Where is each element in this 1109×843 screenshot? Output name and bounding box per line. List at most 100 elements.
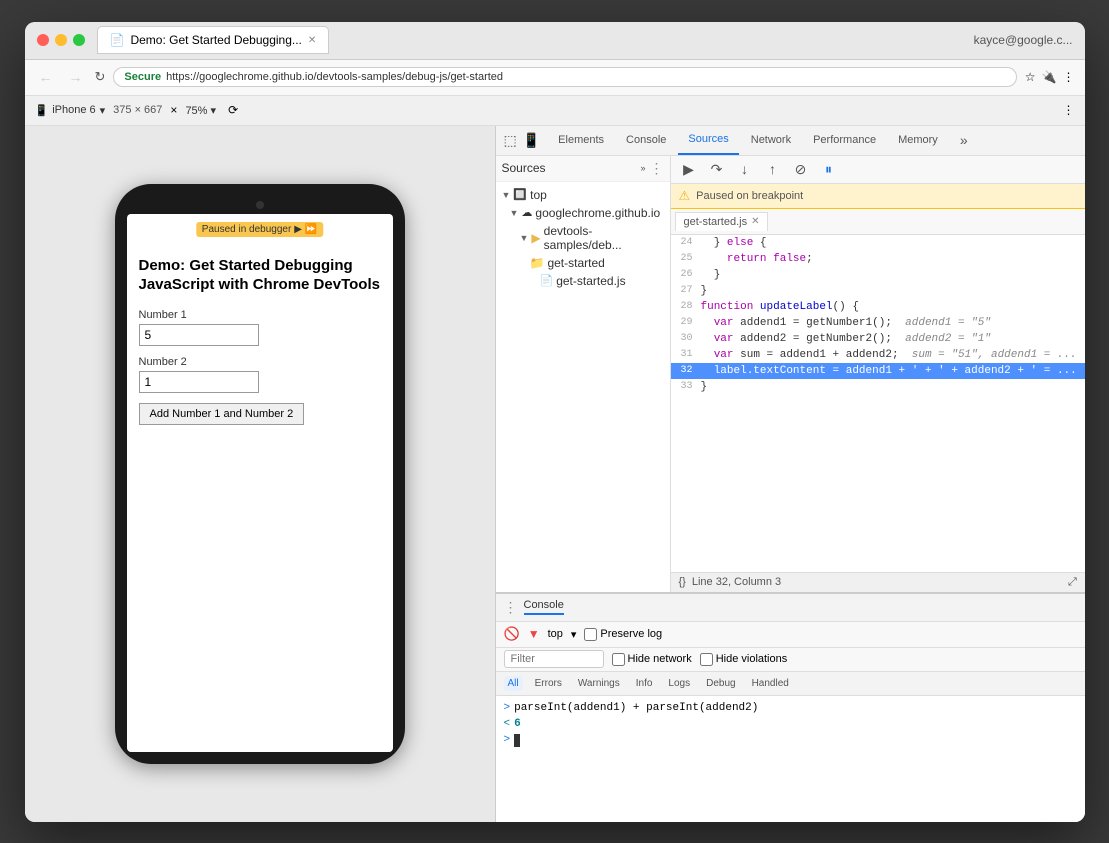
user-area: kayce@google.c... xyxy=(974,33,1073,47)
zoom-chevron: ▾ xyxy=(211,105,217,117)
level-tab-warnings[interactable]: Warnings xyxy=(574,676,624,691)
sources-title: Sources xyxy=(502,161,637,175)
tab-sources[interactable]: Sources xyxy=(678,126,738,156)
minimize-button[interactable] xyxy=(55,34,67,46)
console-output-1: < 6 xyxy=(496,716,1085,732)
level-tab-handled[interactable]: Handled xyxy=(748,676,793,691)
traffic-lights xyxy=(37,34,85,46)
tab-memory[interactable]: Memory xyxy=(888,126,948,156)
preserve-log-checkbox[interactable] xyxy=(584,628,597,641)
hide-violations-checkbox[interactable] xyxy=(700,653,713,666)
rotate-icon[interactable]: ⟳ xyxy=(228,103,238,117)
bookmark-icon[interactable]: ☆ xyxy=(1025,70,1036,84)
devtools-tabs: ⬚ 📱 Elements Console Sources Network Per… xyxy=(496,126,1085,156)
extensions-icon[interactable]: 🔌 xyxy=(1042,70,1057,84)
console-bottom-panel: ⋮ Console ✕ 🚫 ▼ top ▾ Preserve log xyxy=(496,592,1085,822)
breakpoint-text: Paused on breakpoint xyxy=(696,190,803,202)
hide-network-label: Hide network xyxy=(612,653,692,666)
add-button[interactable]: Add Number 1 and Number 2 xyxy=(139,403,305,425)
console-input-text-1: parseInt(addend1) + parseInt(addend2) xyxy=(514,702,758,714)
hide-network-checkbox[interactable] xyxy=(612,653,625,666)
step-out-btn[interactable]: ↑ xyxy=(763,161,783,177)
tab-console[interactable]: Console xyxy=(616,126,676,156)
console-tab-label[interactable]: Console xyxy=(524,599,564,615)
code-file-close[interactable]: ✕ xyxy=(751,216,759,227)
console-filter-input[interactable] xyxy=(504,650,604,668)
number1-input[interactable] xyxy=(139,324,259,346)
back-button[interactable]: ← xyxy=(35,67,57,87)
devtools-device-icon[interactable]: 📱 xyxy=(523,132,540,149)
maximize-button[interactable] xyxy=(73,34,85,46)
devtools-inspect-icon[interactable]: ⬚ xyxy=(504,132,517,149)
devtools-panel: ⬚ 📱 Elements Console Sources Network Per… xyxy=(495,126,1085,822)
deactivate-btn[interactable]: ⊘ xyxy=(791,161,811,178)
tab-elements[interactable]: Elements xyxy=(548,126,614,156)
device-selector[interactable]: 📱 iPhone 6 ▾ xyxy=(35,104,106,117)
pause-btn[interactable]: ⏸ xyxy=(819,161,839,178)
expand-icon[interactable]: ⤢ xyxy=(1068,576,1077,589)
more-device-options[interactable]: ⋮ xyxy=(1063,103,1075,117)
menu-icon[interactable]: ⋮ xyxy=(1063,70,1075,84)
tree-label-js-file: get-started.js xyxy=(556,274,625,288)
browser-window: 📄 Demo: Get Started Debugging... ✕ kayce… xyxy=(25,22,1085,822)
tree-label-top: top xyxy=(530,188,547,202)
console-entries: > parseInt(addend1) + parseInt(addend2) … xyxy=(496,696,1085,822)
context-chevron[interactable]: ▾ xyxy=(571,628,577,641)
tab-more[interactable]: » xyxy=(950,126,978,156)
tree-arrow-domain: ▼ xyxy=(510,208,519,218)
dimensions-separator: × xyxy=(170,103,177,117)
level-tab-info[interactable]: Info xyxy=(632,676,657,691)
step-into-btn[interactable]: ↓ xyxy=(735,161,755,177)
tree-top[interactable]: ▼ 🔲 top xyxy=(496,186,670,204)
number2-input[interactable] xyxy=(139,371,259,393)
tree-arrow-top: ▼ xyxy=(502,190,511,200)
dimensions-display: 375 × 667 xyxy=(113,104,162,116)
level-tab-logs[interactable]: Logs xyxy=(664,676,694,691)
clear-console-icon[interactable]: 🚫 xyxy=(504,626,520,642)
tree-icon-file-folder: 📁 xyxy=(530,256,545,270)
sources-more-icon[interactable]: ⋮ xyxy=(650,160,664,177)
sources-toolbar: Sources » ⋮ xyxy=(496,156,670,182)
code-file-tab-active[interactable]: get-started.js ✕ xyxy=(675,212,769,231)
reload-button[interactable]: ↻ xyxy=(95,69,106,85)
filter-icon[interactable]: ▼ xyxy=(528,627,540,641)
preserve-log-label: Preserve log xyxy=(584,628,662,641)
tab-network[interactable]: Network xyxy=(741,126,801,156)
console-input-line[interactable]: > xyxy=(496,732,1085,749)
tree-domain[interactable]: ▼ ☁ googlechrome.github.io xyxy=(496,204,670,222)
code-file-name: get-started.js xyxy=(684,216,748,228)
tree-label-samples: devtools-samples/deb... xyxy=(544,224,664,252)
url-bar[interactable]: Secure https://googlechrome.github.io/de… xyxy=(113,67,1016,87)
phone-camera xyxy=(256,201,264,209)
tree-label-domain: googlechrome.github.io xyxy=(535,206,660,220)
device-icon: 📱 xyxy=(35,104,49,117)
code-line-29: 29 var addend1 = getNumber1(); addend1 =… xyxy=(671,315,1085,331)
phone-frame: Paused in debugger ▶ ⏩ Demo: Get Started… xyxy=(115,184,405,764)
tree-devtools-samples[interactable]: ▼ ▶ devtools-samples/deb... xyxy=(496,222,670,254)
address-actions: ☆ 🔌 ⋮ xyxy=(1025,70,1075,84)
code-line-24: 24 } else { xyxy=(671,235,1085,251)
code-middle-panel: ▶ ↷ ↓ ↑ ⊘ ⏸ ⚠ Paused on breakpoint xyxy=(671,156,1085,592)
level-tab-debug[interactable]: Debug xyxy=(702,676,739,691)
step-over-btn[interactable]: ↷ xyxy=(707,161,727,178)
browser-tab[interactable]: 📄 Demo: Get Started Debugging... ✕ xyxy=(97,26,330,54)
close-button[interactable] xyxy=(37,34,49,46)
forward-button[interactable]: → xyxy=(65,67,87,87)
level-tab-all[interactable]: All xyxy=(504,676,523,691)
code-line-32: 32 label.textContent = addend1 + ' + ' +… xyxy=(671,363,1085,379)
code-line-26: 26 } xyxy=(671,267,1085,283)
curly-brace-icon[interactable]: {} xyxy=(679,576,686,588)
console-dots-icon[interactable]: ⋮ xyxy=(504,599,518,616)
pause-controls: ▶ ⏩ xyxy=(294,224,317,235)
tree-get-started[interactable]: 📁 get-started xyxy=(496,254,670,272)
tab-performance[interactable]: Performance xyxy=(803,126,886,156)
tree-get-started-js[interactable]: 📄 get-started.js xyxy=(496,272,670,290)
level-tab-errors[interactable]: Errors xyxy=(531,676,566,691)
tab-close-button[interactable]: ✕ xyxy=(308,35,316,46)
zoom-selector[interactable]: 75% ▾ xyxy=(185,104,216,117)
resume-btn[interactable]: ▶ xyxy=(679,161,699,178)
phone-screen: Paused in debugger ▶ ⏩ Demo: Get Started… xyxy=(127,214,393,752)
top-context[interactable]: top xyxy=(548,628,563,640)
code-area[interactable]: 24 } else { 25 return false; 26 } xyxy=(671,235,1085,572)
tab-favicon: 📄 xyxy=(110,33,125,47)
